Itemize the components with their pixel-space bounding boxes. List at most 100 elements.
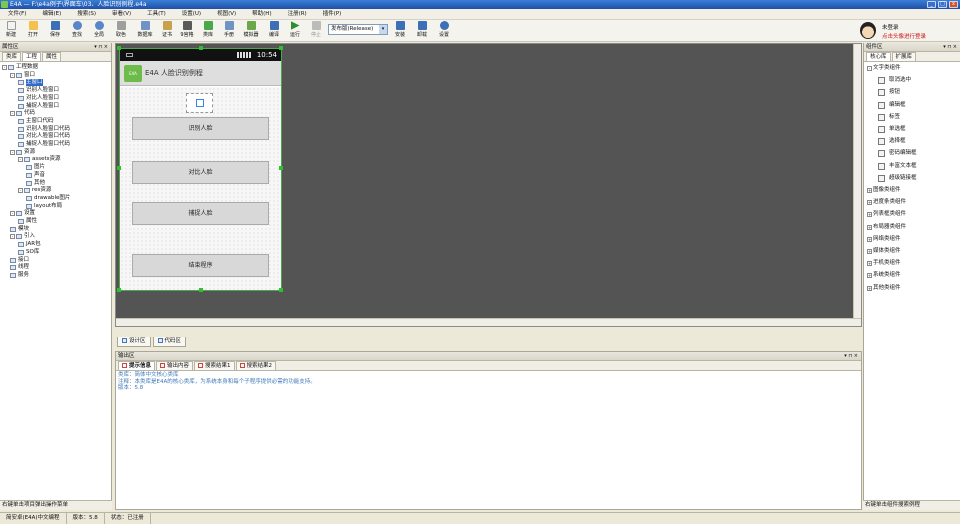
component-item[interactable]: 取消选中 <box>878 77 911 85</box>
expand-collapse-icon[interactable]: + <box>867 224 872 230</box>
expand-collapse-icon[interactable]: + <box>867 212 872 218</box>
tree-item[interactable]: 模块 <box>10 226 29 233</box>
menu-help[interactable]: 帮助(H) <box>244 9 279 19</box>
component-item[interactable]: 按钮 <box>878 89 900 97</box>
component-group[interactable]: + 进度条类组件 <box>867 199 906 206</box>
toolbar-run-button[interactable]: 运行 <box>284 21 306 38</box>
expand-collapse-icon[interactable]: + <box>867 200 872 206</box>
tree-item[interactable]: 线程 <box>10 264 29 271</box>
toolbar-global-button[interactable]: 全局 <box>88 21 110 38</box>
resize-handle[interactable] <box>199 46 203 50</box>
toolbar-compile-button[interactable]: 编译 <box>263 21 285 38</box>
tree-item[interactable]: 识别人脸窗口 <box>18 87 59 94</box>
resize-handle[interactable] <box>117 166 121 170</box>
component-group[interactable]: + 布局器类组件 <box>867 224 906 231</box>
tree-item[interactable]: 图片 <box>26 164 45 171</box>
component-group[interactable]: + 列表框类组件 <box>867 211 906 218</box>
toolbar-save-button[interactable]: 保存 <box>44 21 66 38</box>
expand-collapse-icon[interactable]: + <box>867 188 872 193</box>
expand-collapse-icon[interactable]: - <box>2 65 7 70</box>
compare-face-button[interactable]: 对比人脸 <box>132 161 269 184</box>
tree-item[interactable]: 对比人脸窗口代码 <box>18 133 70 140</box>
tree-item[interactable]: 主窗口代码 <box>18 118 54 125</box>
expand-collapse-icon[interactable]: - <box>867 66 872 71</box>
component-item[interactable]: 选择框 <box>878 138 906 146</box>
component-group[interactable]: + 媒体类组件 <box>867 248 901 255</box>
tree-item[interactable]: 属性 <box>18 218 37 225</box>
pin-icon[interactable]: ▾ ⊓ × <box>94 43 108 52</box>
toolbar-open-button[interactable]: 打开 <box>22 21 44 38</box>
resize-handle[interactable] <box>279 288 283 292</box>
tab-project[interactable]: 工程 <box>22 52 42 61</box>
tree-item[interactable]: SO库 <box>18 249 39 256</box>
tree-item[interactable]: 主窗口 <box>18 79 43 87</box>
tab-search-1[interactable]: 搜索结果1 <box>194 361 235 370</box>
tree-item[interactable]: 声音 <box>26 172 45 179</box>
toolbar-colorpick-button[interactable]: 取色 <box>110 21 132 38</box>
component-group[interactable]: + 手机类组件 <box>867 260 901 267</box>
tree-item[interactable]: 其他 <box>26 180 45 187</box>
tree-item[interactable]: 对比人脸窗口 <box>18 95 59 102</box>
toolbar-find-button[interactable]: 查找 <box>66 21 88 38</box>
toolbar-certificate-button[interactable]: 证书 <box>156 21 178 38</box>
maximize-button[interactable]: □ <box>938 1 947 8</box>
component-group[interactable]: + 网络类组件 <box>867 236 901 243</box>
expand-collapse-icon[interactable]: - <box>10 211 15 217</box>
build-mode-select[interactable]: 发布版(Release) ▾ <box>328 24 388 35</box>
tree-item[interactable]: - 引入 <box>10 233 35 240</box>
expand-collapse-icon[interactable]: - <box>10 149 15 155</box>
component-item[interactable]: 单选框 <box>878 126 906 133</box>
tab-tips[interactable]: 提示信息 <box>118 361 156 370</box>
component-group[interactable]: - 文字类组件 <box>867 65 901 72</box>
expand-collapse-icon[interactable]: + <box>867 249 872 254</box>
tab-code[interactable]: 代码区 <box>152 337 187 347</box>
menu-edit[interactable]: 编辑(E) <box>34 9 69 19</box>
login-hint[interactable]: 点击头像进行登录 <box>882 32 926 40</box>
avatar[interactable] <box>860 22 876 39</box>
capture-face-button[interactable]: 捕捉人脸 <box>132 202 269 225</box>
tree-item[interactable]: - assets资源 <box>18 156 61 163</box>
expand-collapse-icon[interactable]: - <box>18 188 23 194</box>
tab-extension-library[interactable]: 扩展库 <box>891 52 917 61</box>
tree-item[interactable]: - 工程数据 <box>2 64 38 71</box>
toolbar-stop-button[interactable]: 停止 <box>305 21 327 38</box>
tree-item[interactable]: - 资源 <box>10 149 35 156</box>
toolbar-manual-button[interactable]: 手册 <box>218 21 240 38</box>
component-group[interactable]: + 系统类组件 <box>867 272 901 279</box>
expand-collapse-icon[interactable]: - <box>10 111 15 117</box>
component-item[interactable]: 密码编辑框 <box>878 150 917 158</box>
component-group[interactable]: + 图像类组件 <box>867 187 901 194</box>
output-text[interactable]: 类库：简体中文核心类库 注释：本类库是E4A的核心类库，为系统本身和每个子程序提… <box>116 371 861 393</box>
recognize-face-button[interactable]: 识别人脸 <box>132 117 269 140</box>
toolbar-classlib-button[interactable]: 类库 <box>197 21 219 38</box>
exit-program-button[interactable]: 结束程序 <box>132 254 269 277</box>
toolbar-new-button[interactable]: 新建 <box>0 21 22 38</box>
expand-collapse-icon[interactable]: - <box>10 234 15 240</box>
component-item[interactable]: 标签 <box>878 113 900 121</box>
tab-search-2[interactable]: 搜索结果2 <box>235 361 277 370</box>
tab-core-library[interactable]: 核心库 <box>866 52 891 61</box>
expand-collapse-icon[interactable]: + <box>867 273 872 279</box>
resize-handle[interactable] <box>117 288 121 292</box>
image-placeholder[interactable] <box>186 93 213 113</box>
tree-item[interactable]: - 设置 <box>10 210 35 217</box>
toolbar-emulator-button[interactable]: 模拟器 <box>239 21 263 38</box>
tree-item[interactable]: layout布局 <box>26 203 62 210</box>
menu-register[interactable]: 注册(R) <box>280 9 315 19</box>
tab-design[interactable]: 设计区 <box>117 337 151 347</box>
toolbar-database-button[interactable]: 数据库 <box>132 21 158 38</box>
tree-item[interactable]: - 代码 <box>10 110 35 117</box>
menu-settings[interactable]: 设置(U) <box>174 9 209 19</box>
resize-handle[interactable] <box>199 288 203 292</box>
menu-file[interactable]: 文件(F) <box>0 9 34 19</box>
toolbar-uninstall-button[interactable]: 卸载 <box>411 21 433 38</box>
tree-item[interactable]: 服务 <box>10 272 29 279</box>
menu-plugins[interactable]: 插件(P) <box>315 9 350 19</box>
expand-collapse-icon[interactable]: + <box>867 285 872 291</box>
menu-review[interactable]: 审看(V) <box>104 9 139 19</box>
tab-output[interactable]: 输出内容 <box>156 361 194 370</box>
resize-handle[interactable] <box>117 46 121 50</box>
expand-collapse-icon[interactable]: - <box>10 72 15 78</box>
tree-item[interactable]: drawable图片 <box>26 195 70 202</box>
design-vertical-scrollbar[interactable] <box>853 44 861 326</box>
